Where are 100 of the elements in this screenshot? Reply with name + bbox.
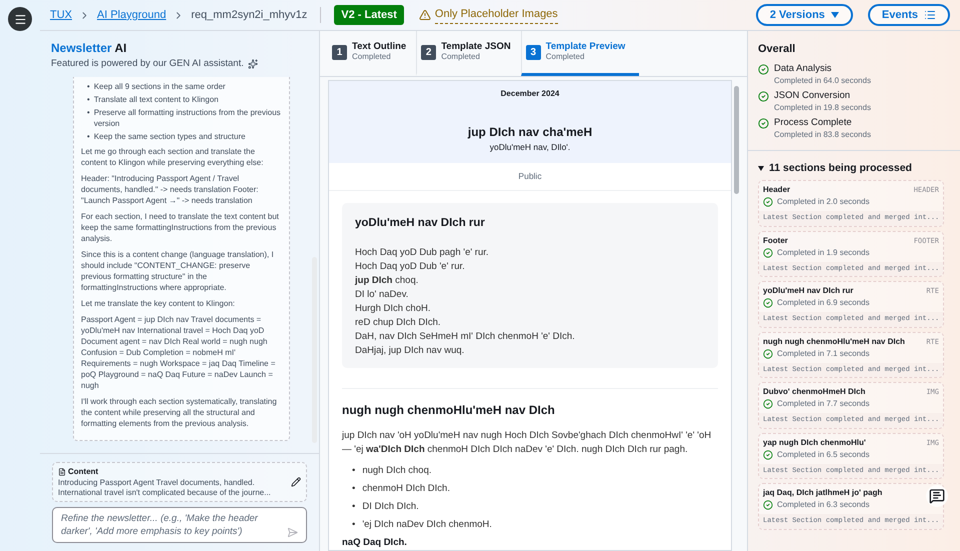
sparkle-icon xyxy=(248,59,258,70)
section-closing: naQ Daq DIch. xyxy=(342,536,408,550)
check-circle-icon xyxy=(763,450,773,460)
content-preview: Introducing Passport Agent Travel documents, handled. International travel isn't complicated because of the journe... xyxy=(58,478,272,498)
section-status: Completed in 6.9 seconds xyxy=(777,297,870,310)
check-circle-icon xyxy=(763,348,773,359)
message-paragraph: For each section, I need to translate the text content but keep the same formattingInstructions from the previous analysis. xyxy=(81,211,280,244)
step-number: 2 xyxy=(421,44,436,60)
newsletter-title: jup DIch nav cha'meH xyxy=(468,124,592,141)
warning-text: Only Placeholder Images xyxy=(434,6,558,24)
section-name: Footer xyxy=(763,234,788,247)
section-name: yoDlu'meH nav DIch rur xyxy=(763,285,854,298)
panel-title: Newsletter AI xyxy=(51,41,127,55)
section-bullet: DI DIch DIch. xyxy=(362,500,419,514)
step-title: Template JSON xyxy=(441,42,511,52)
section-name: Header xyxy=(763,184,790,196)
overall-step-name: Process Complete xyxy=(774,116,853,128)
bullet-marker: • xyxy=(352,518,356,532)
overall-step-detail: Completed in 19.8 seconds xyxy=(774,102,871,114)
section-status: Completed in 1.9 seconds xyxy=(777,246,870,259)
section-name: jaq Daq, DIch jatlhmeH jo' pagh xyxy=(763,487,882,500)
step-tab[interactable]: 1 Text Outline Completed xyxy=(328,31,416,76)
overall-step-detail: Completed in 83.8 seconds xyxy=(774,128,871,140)
check-circle-icon xyxy=(763,500,773,510)
step-title: Template Preview xyxy=(546,42,626,52)
version-badge: V2 - Latest xyxy=(334,4,404,26)
content-label: Content xyxy=(68,466,98,478)
step-status: Completed xyxy=(352,52,391,62)
step-number: 1 xyxy=(332,44,347,60)
section-status: Completed in 2.0 seconds xyxy=(777,196,870,208)
overall-step-detail: Completed in 64.0 seconds xyxy=(774,74,871,86)
section-paragraph: jup DIch nav 'oH yoDlu'meH nav nugh Hoch DIch Sovbe'ghach DIch chenmoHwI' 'e' 'oH — 'ej wa'DIch DIch chenmoH DIch DIch naDev 'e' DIch. nugh DIch DIch rur pagh. xyxy=(342,428,712,457)
menu-button[interactable] xyxy=(8,7,32,31)
step-number: 3 xyxy=(526,44,541,60)
message-paragraph: I'll work through each section systematically, translating the content while preserving all the structural and formatting elements from the previous analysis. xyxy=(81,396,278,430)
menu-icon xyxy=(14,12,26,26)
audience-label: Public xyxy=(518,170,542,183)
message-paragraph: Let me go through each section and translate the content to Klingon while preserving everything else: xyxy=(81,146,264,168)
section-line: jup DIch choq. xyxy=(355,274,420,288)
section-line: Hoch Daq yoD Dub pagh 'e' rur. xyxy=(355,246,490,260)
chat-icon xyxy=(929,488,945,504)
bullet-marker: • xyxy=(87,94,90,106)
overall-step-name: JSON Conversion xyxy=(774,90,852,102)
newsletter-date: December 2024 xyxy=(500,88,560,100)
section-heading: yoDlu'meH nav DIch rur xyxy=(355,216,486,230)
step-title: Text Outline xyxy=(352,42,406,52)
document-icon xyxy=(58,468,66,476)
breadcrumb-link[interactable]: AI Playground xyxy=(97,6,166,24)
breadcrumb-current: req_mm2syn2i_mhyv1z xyxy=(191,8,308,23)
refine-input-field[interactable]: Refine the newsletter... (e.g., 'Make the header darker', 'Add more emphasis to key points') xyxy=(52,507,307,543)
section-line: Hurgh DIch choH. xyxy=(355,302,432,316)
message-bullet: Translate all text content to Klingon xyxy=(94,94,218,106)
step-status: Completed xyxy=(546,52,584,62)
section-line: reD chup DIch DIch. xyxy=(355,316,442,330)
message-paragraph: Let me translate the key content to Klingon: xyxy=(81,298,236,310)
section-status: Completed in 6.5 seconds xyxy=(777,448,870,461)
bullet-marker: • xyxy=(352,464,356,478)
message-bullet: Keep the same section types and structure xyxy=(94,131,246,142)
section-bullet: chenmoH DIch DIch. xyxy=(362,482,450,496)
bullet-marker: • xyxy=(352,482,356,496)
check-circle-icon xyxy=(763,298,773,308)
section-line: DI lo' naDev. xyxy=(355,288,410,302)
panel-subtitle: Featured is powered by our GEN AI assistant. xyxy=(51,57,244,71)
breadcrumb-link[interactable]: TUX xyxy=(50,6,72,24)
sections-toggle[interactable]: 11 sections being processed xyxy=(758,160,950,176)
section-heading: nugh nugh chenmoHlu'meH nav DIch xyxy=(342,402,556,419)
bullet-marker: • xyxy=(87,107,90,120)
section-line: Hoch Daq yoD Dub 'e' rur. xyxy=(355,260,466,274)
section-status: Completed in 7.7 seconds xyxy=(777,398,870,410)
check-circle-icon xyxy=(763,248,773,258)
edit-icon[interactable] xyxy=(291,477,301,487)
overall-step-name: Data Analysis xyxy=(774,62,833,74)
step-tab[interactable]: 2 Template JSON Completed xyxy=(416,31,521,76)
check-circle-icon xyxy=(763,399,773,410)
check-circle-icon xyxy=(763,197,773,208)
overall-title: Overall xyxy=(758,42,796,57)
section-name: yap nugh DIch chenmoHlu' xyxy=(763,436,866,449)
step-tab[interactable]: 3 Template Preview Completed xyxy=(520,31,639,76)
step-status: Completed xyxy=(441,52,480,62)
section-bullet: nugh DIch choq. xyxy=(362,464,432,478)
warning-icon xyxy=(418,9,431,21)
versions-dropdown[interactable]: 2 Versions xyxy=(756,4,853,26)
section-name: Dubvo' chenmoHmeH DIch xyxy=(763,386,866,398)
chat-button[interactable] xyxy=(926,485,948,507)
message-bullet: Preserve all formatting instructions from the previous version xyxy=(94,107,282,130)
bullet-marker: • xyxy=(87,131,90,142)
section-line: DaH, nav DIch SeHmeH mI' DIch chenmoH 'e' DIch. xyxy=(355,330,576,344)
section-name: nugh nugh chenmoHlu'meH nav DIch xyxy=(763,336,905,348)
newsletter-subtitle: yoDlu'meH nav, DIlo'. xyxy=(490,141,570,154)
events-button[interactable]: Events xyxy=(868,4,950,26)
bullet-marker: • xyxy=(87,81,90,92)
section-line: DaHjaj, jup DIch nav wuq. xyxy=(355,344,466,358)
section-bullet: 'ej DIch naDev DIch chenmoH. xyxy=(362,518,492,532)
message-paragraph: Since this is a content change (language translation), I should include "CONTENT_CHANGE: preserve previous formatting structure" in the formattingInstructions where appropriate. xyxy=(81,249,275,294)
section-status: Completed in 6.3 seconds xyxy=(777,499,870,512)
message-paragraph: Header: "Introducing Passport Agent / Travel documents, handled." -> needs translation Footer: "Launch Passport Agent →" -> needs translation xyxy=(81,173,260,206)
message-paragraph: Passport Agent = jup DIch nav Travel documents = yoDlu'meH nav International travel = Hoch Daq yoD Document agent = nav DIch Real world = nugh nugh Confusion = Dub Completion = nobmeH mI' Requirements = nugh Workspace = jaq Daq Timeline = poQ Playground = naQ Daq Future = naDev Launch = nugh xyxy=(81,314,276,392)
bullet-marker: • xyxy=(352,500,356,514)
section-status: Completed in 7.1 seconds xyxy=(777,348,870,360)
message-bullet: Keep all 9 sections in the same order xyxy=(94,81,226,92)
